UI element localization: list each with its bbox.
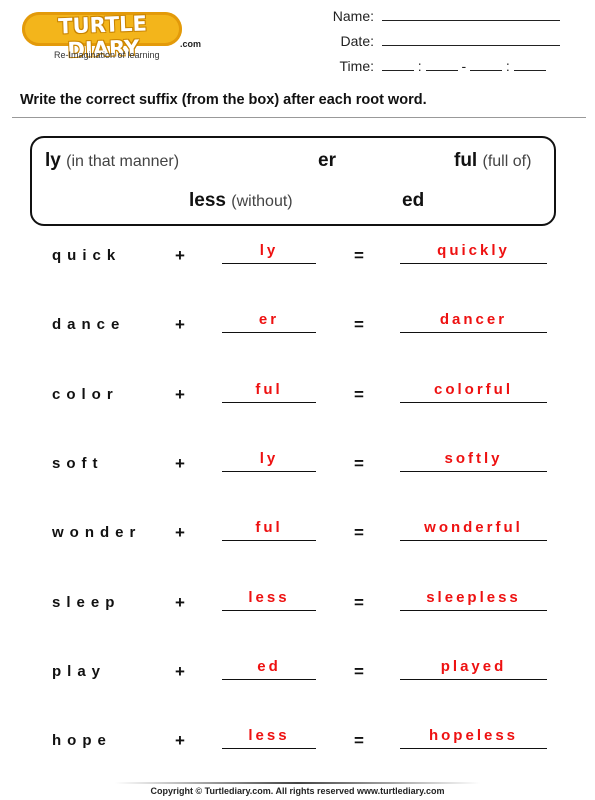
result-answer[interactable]: quickly xyxy=(400,241,547,264)
plus-sign: + xyxy=(175,385,185,404)
plus-sign: + xyxy=(175,593,185,612)
exercise-row: sleep + less = sleepless xyxy=(0,588,595,618)
root-word: hope xyxy=(52,732,112,749)
result-answer[interactable]: hopeless xyxy=(400,726,547,749)
suffix-text: less xyxy=(189,190,226,211)
equals-sign: = xyxy=(354,246,364,265)
suffix-text: er xyxy=(318,150,336,171)
exercise-row: color + ful = colorful xyxy=(0,380,595,410)
equals-sign: = xyxy=(354,454,364,473)
logo: TURTLE DIARY .com Re-Imagination of lear… xyxy=(22,8,202,62)
equals-sign: = xyxy=(354,593,364,612)
exercise-row: soft + ly = softly xyxy=(0,449,595,479)
logo-domain: .com xyxy=(180,39,202,49)
footer-copyright: Copyright © Turtlediary.com. All rights … xyxy=(150,786,445,796)
suffix-ful: ful (full of) xyxy=(454,150,531,172)
suffix-answer[interactable]: ly xyxy=(222,241,316,264)
suffix-answer[interactable]: ed xyxy=(222,657,316,680)
root-word: color xyxy=(52,386,119,403)
root-word: quick xyxy=(52,247,122,264)
suffix-box: ly (in that manner) er ful (full of) les… xyxy=(30,136,556,226)
suffix-less: less (without) xyxy=(189,190,293,212)
suffix-text: ful xyxy=(454,150,478,171)
suffix-answer[interactable]: er xyxy=(222,310,316,333)
equals-sign: = xyxy=(354,731,364,750)
time-start-minute-blank[interactable] xyxy=(425,58,458,71)
root-word: dance xyxy=(52,316,126,333)
date-field: Date: xyxy=(330,33,560,49)
result-answer[interactable]: wonderful xyxy=(400,518,547,541)
date-blank[interactable] xyxy=(381,33,560,46)
equals-sign: = xyxy=(354,662,364,681)
equals-sign: = xyxy=(354,385,364,404)
suffix-meaning: (full of) xyxy=(482,153,532,170)
plus-sign: + xyxy=(175,523,185,542)
suffix-answer[interactable]: less xyxy=(222,588,316,611)
time-start-hour-blank[interactable] xyxy=(381,58,414,71)
equals-sign: = xyxy=(354,523,364,542)
exercise-row: wonder + ful = wonderful xyxy=(0,518,595,548)
logo-tagline: Re-Imagination of learning xyxy=(54,50,160,60)
plus-sign: + xyxy=(175,454,185,473)
plus-sign: + xyxy=(175,315,185,334)
result-answer[interactable]: played xyxy=(400,657,547,680)
exercise-row: play + ed = played xyxy=(0,657,595,687)
time-end-minute-blank[interactable] xyxy=(513,58,546,71)
time-label: Time: xyxy=(339,58,374,74)
root-word: wonder xyxy=(52,524,142,541)
time-end-hour-blank[interactable] xyxy=(470,58,503,71)
time-field: Time: : - : xyxy=(330,58,546,74)
plus-sign: + xyxy=(175,246,185,265)
plus-sign: + xyxy=(175,662,185,681)
result-answer[interactable]: colorful xyxy=(400,380,547,403)
suffix-answer[interactable]: less xyxy=(222,726,316,749)
footer-divider xyxy=(115,782,480,784)
root-word: play xyxy=(52,663,107,680)
equals-sign: = xyxy=(354,315,364,334)
result-answer[interactable]: dancer xyxy=(400,310,547,333)
suffix-ed: ed xyxy=(402,190,424,212)
instruction: Write the correct suffix (from the box) … xyxy=(20,92,427,108)
suffix-meaning: (in that manner) xyxy=(66,153,180,170)
result-answer[interactable]: sleepless xyxy=(400,588,547,611)
plus-sign: + xyxy=(175,731,185,750)
suffix-text: ly xyxy=(45,150,61,171)
exercise-row: quick + ly = quickly xyxy=(0,241,595,271)
time-colon-2: : xyxy=(505,58,510,74)
name-blank[interactable] xyxy=(381,8,560,21)
suffix-answer[interactable]: ful xyxy=(222,518,316,541)
result-answer[interactable]: softly xyxy=(400,449,547,472)
time-dash: - xyxy=(461,58,467,74)
suffix-ly: ly (in that manner) xyxy=(45,150,179,172)
name-field: Name: xyxy=(330,8,560,24)
suffix-meaning: (without) xyxy=(231,193,293,210)
time-colon-1: : xyxy=(417,58,422,74)
suffix-answer[interactable]: ful xyxy=(222,380,316,403)
divider xyxy=(12,117,586,118)
root-word: soft xyxy=(52,455,104,472)
suffix-text: ed xyxy=(402,190,425,211)
suffix-answer[interactable]: ly xyxy=(222,449,316,472)
suffix-er: er xyxy=(318,150,336,172)
exercise-row: hope + less = hopeless xyxy=(0,726,595,756)
date-label: Date: xyxy=(340,33,374,49)
name-label: Name: xyxy=(332,8,374,24)
exercise-row: dance + er = dancer xyxy=(0,310,595,340)
root-word: sleep xyxy=(52,594,121,611)
